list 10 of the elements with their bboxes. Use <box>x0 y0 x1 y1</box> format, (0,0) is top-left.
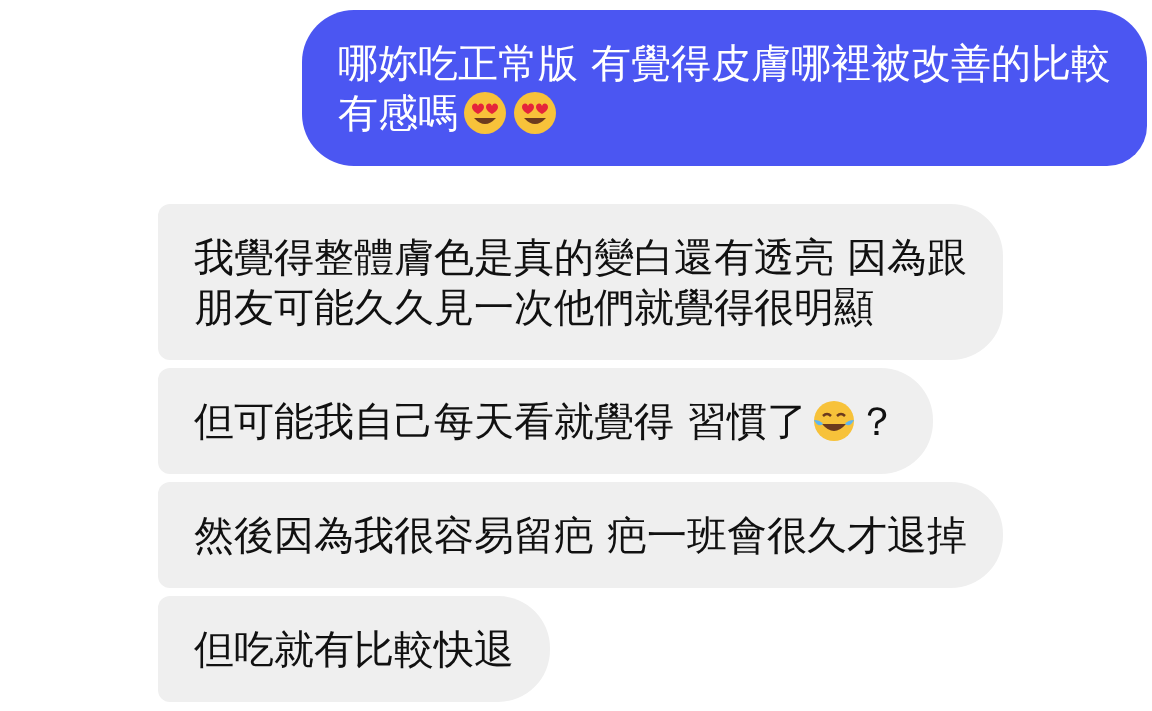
message-text: 哪妳吃正常版 有覺得皮膚哪裡被改善的比較 <box>338 39 1111 88</box>
message-text: ？ <box>856 397 897 446</box>
message-text: 我覺得整體膚色是真的變白還有透亮 因為跟 <box>194 233 967 282</box>
message-text: 但吃就有比較快退 <box>194 625 514 674</box>
heart-eyes-face-icon <box>462 90 509 136</box>
message-text: 但可能我自己每天看就覺得 習慣了 <box>194 397 807 446</box>
message-text: 然後因為我很容易留疤 疤一班會很久才退掉 <box>194 511 967 560</box>
heart-eyes-face-icon <box>512 90 559 136</box>
message-text: 朋友可能久久見一次他們就覺得很明顯 <box>194 283 874 332</box>
message-text: 有感嗎 <box>338 89 459 138</box>
